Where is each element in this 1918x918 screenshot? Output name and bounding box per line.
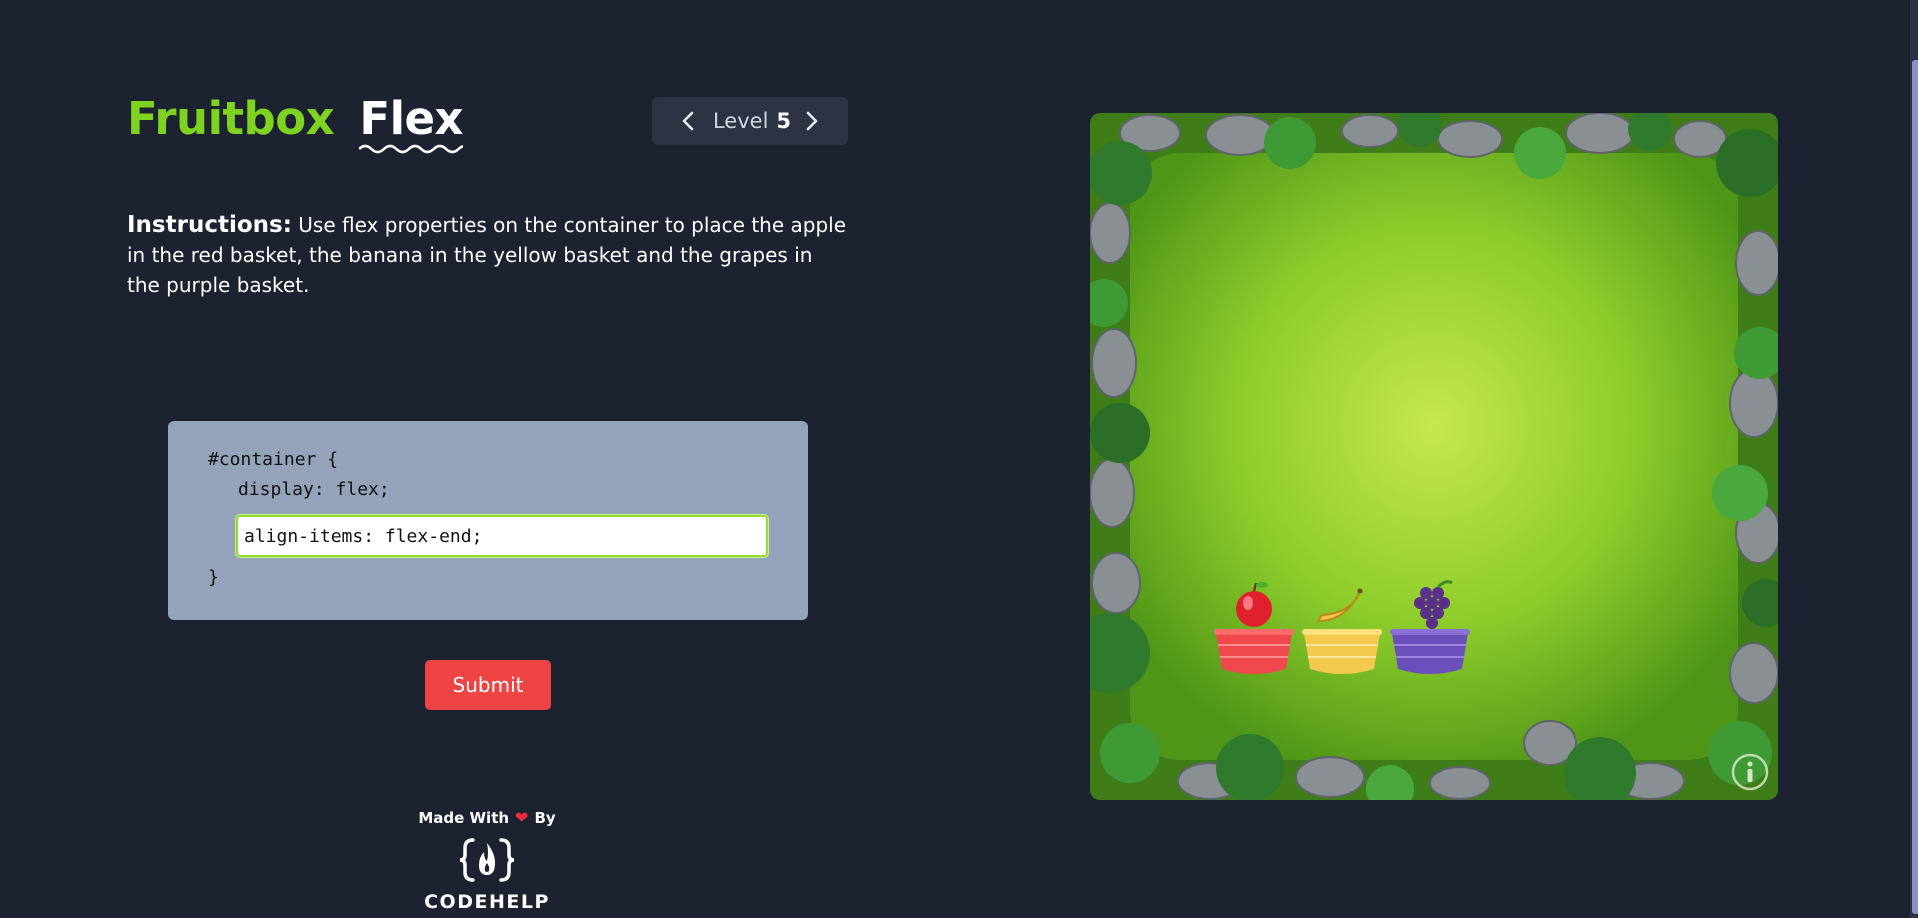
by-label: By xyxy=(534,808,556,827)
basket-yellow xyxy=(1302,629,1382,674)
css-editor: #container { display: flex; } xyxy=(168,421,808,620)
game-board xyxy=(1090,113,1778,800)
basket-purple xyxy=(1390,629,1470,674)
made-with-text: Made With ❤ By xyxy=(387,808,587,827)
previous-level-button[interactable] xyxy=(673,106,703,136)
title-fruitbox: Fruitbox xyxy=(127,92,335,145)
chevron-right-icon xyxy=(806,111,818,131)
page-title: Fruitbox Flex xyxy=(127,92,464,154)
made-with-label: Made With xyxy=(418,808,510,827)
scrollbar-thumb[interactable] xyxy=(1912,60,1918,914)
code-line-display: display: flex; xyxy=(238,479,390,500)
title-flex: Flex xyxy=(359,92,464,154)
level-label: Level xyxy=(712,109,769,133)
page-scrollbar[interactable] xyxy=(1910,0,1918,918)
code-line-selector: #container { xyxy=(208,449,339,470)
title-flex-text: Flex xyxy=(359,92,464,145)
submit-button[interactable]: Submit xyxy=(425,660,551,710)
board-scene xyxy=(1090,113,1778,800)
wavy-underline-icon xyxy=(359,144,464,154)
next-level-button[interactable] xyxy=(797,106,827,136)
css-input[interactable] xyxy=(236,515,768,557)
info-icon xyxy=(1731,753,1769,791)
footer: Made With ❤ By CODEHELP xyxy=(387,808,587,913)
chevron-left-icon xyxy=(682,111,694,131)
basket-red xyxy=(1214,629,1294,674)
heart-icon: ❤ xyxy=(515,808,529,827)
level-number: 5 xyxy=(776,109,792,133)
codehelp-logo-icon xyxy=(459,838,515,882)
instructions: Instructions: Use flex properties on the… xyxy=(127,210,847,300)
brand-name: CODEHELP xyxy=(424,891,550,913)
info-button[interactable] xyxy=(1730,752,1770,792)
instructions-label: Instructions: xyxy=(127,212,292,238)
level-selector: Level 5 xyxy=(652,97,848,145)
code-line-close-brace: } xyxy=(208,567,219,588)
